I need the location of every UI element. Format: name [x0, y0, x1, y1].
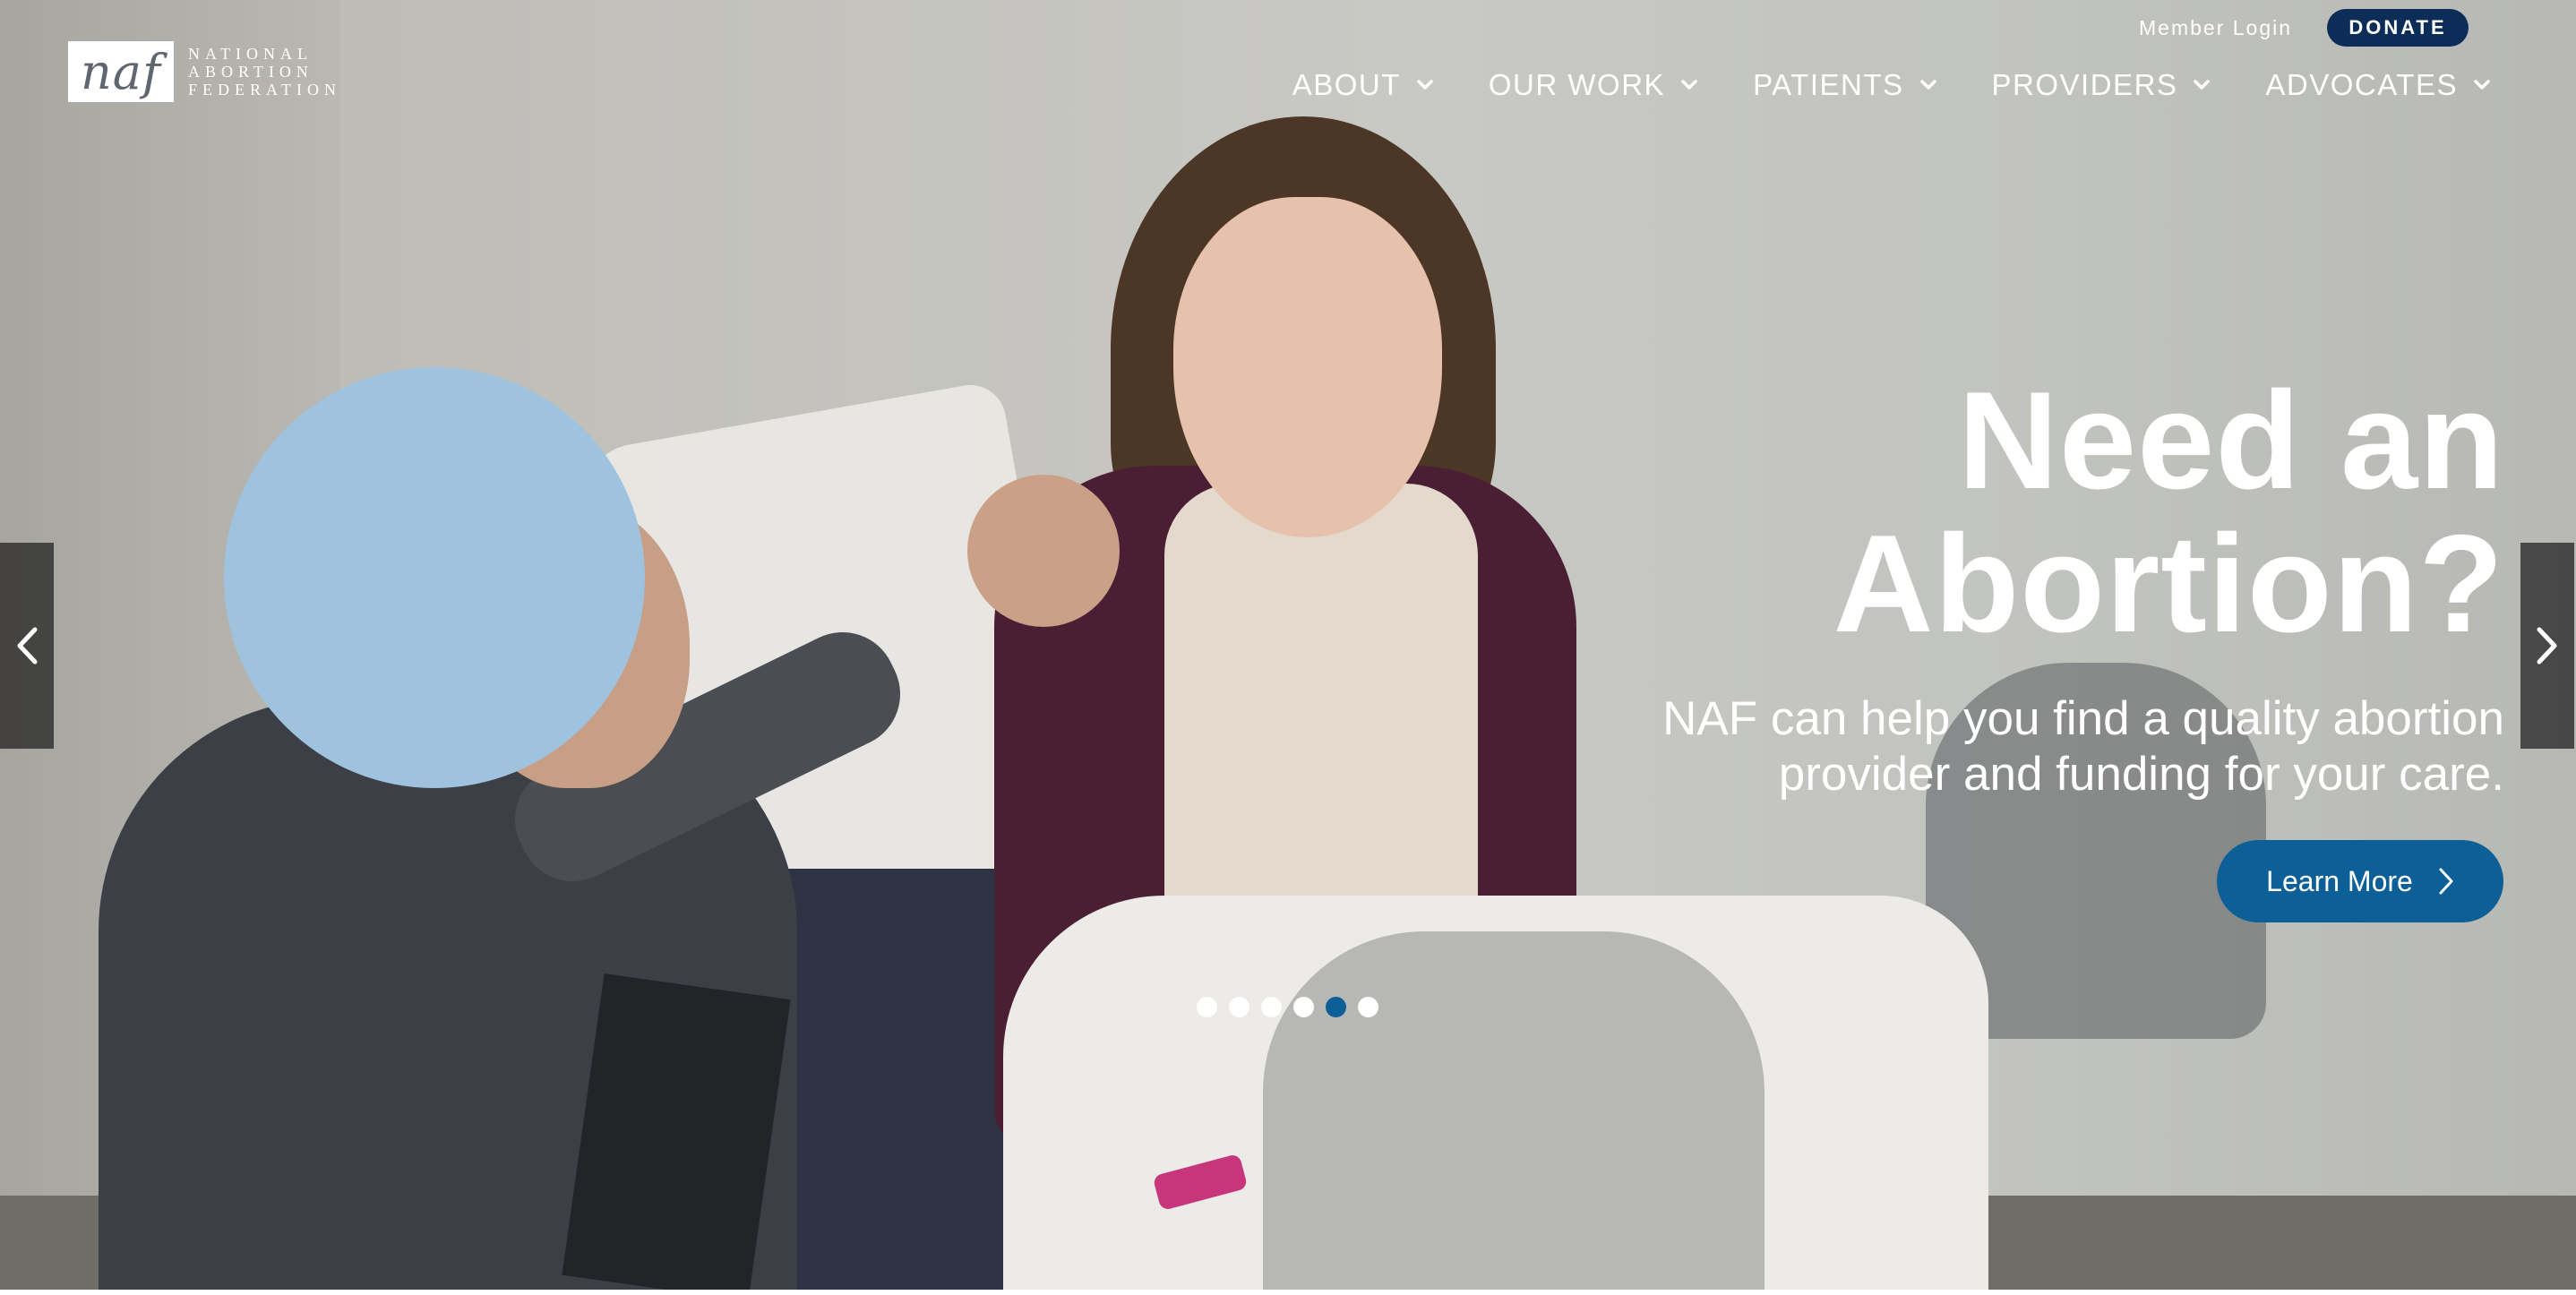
nav-item-label: ADVOCATES	[2265, 68, 2458, 101]
logo-wordmark: NATIONAL ABORTION FEDERATION	[188, 45, 341, 99]
carousel-dot[interactable]	[1293, 997, 1314, 1017]
carousel-dot[interactable]	[1326, 997, 1346, 1017]
nav-item-label: OUR WORK	[1488, 68, 1666, 101]
chevron-right-icon	[2537, 627, 2557, 665]
chevron-down-icon	[2194, 80, 2211, 90]
nav-item-our-work[interactable]: OUR WORK	[1489, 68, 1697, 102]
nav-item-label: ABOUT	[1292, 68, 1401, 101]
hero-photo-doctor-hand	[967, 475, 1120, 627]
learn-more-label: Learn More	[2266, 864, 2413, 897]
member-login-link[interactable]: Member Login	[2139, 14, 2292, 41]
carousel-dots	[1197, 997, 1378, 1017]
main-nav: ABOUT OUR WORK PATIENTS PROVIDERS ADVOCA…	[1292, 68, 2490, 102]
chevron-down-icon	[2474, 80, 2490, 90]
hero-photo-patient-face	[1173, 197, 1442, 537]
learn-more-button[interactable]: Learn More	[2217, 840, 2503, 922]
chevron-down-icon	[1681, 80, 1697, 90]
chevron-down-icon	[1417, 80, 1433, 90]
hero-slider: naf NATIONAL ABORTION FEDERATION Member …	[0, 0, 2576, 1290]
nav-item-label: PROVIDERS	[1991, 68, 2178, 101]
hero-subtext-line: NAF can help you find a quality abortion	[1662, 692, 2504, 745]
carousel-dot[interactable]	[1197, 997, 1217, 1017]
donate-button[interactable]: DONATE	[2327, 9, 2469, 47]
carousel-next-button[interactable]	[2520, 543, 2574, 749]
carousel-dot[interactable]	[1261, 997, 1282, 1017]
logo-line: FEDERATION	[188, 81, 341, 99]
chevron-left-icon	[17, 627, 38, 665]
nav-item-label: PATIENTS	[1753, 68, 1904, 101]
hero-subtext: NAF can help you find a quality abortion…	[1430, 691, 2504, 802]
nav-item-advocates[interactable]: ADVOCATES	[2265, 68, 2490, 102]
logo-line: ABORTION	[188, 63, 313, 81]
hero-photo-doctor-cap	[224, 367, 645, 788]
hero-headline-line: Abortion?	[1833, 506, 2504, 661]
chevron-down-icon	[1919, 80, 1936, 90]
nav-item-providers[interactable]: PROVIDERS	[1992, 68, 2211, 102]
carousel-dot[interactable]	[1358, 997, 1378, 1017]
chevron-right-icon	[2439, 868, 2453, 895]
logo-line: NATIONAL	[188, 45, 313, 63]
nav-item-about[interactable]: ABOUT	[1292, 68, 1433, 102]
carousel-dot[interactable]	[1229, 997, 1249, 1017]
carousel-prev-button[interactable]	[0, 543, 54, 749]
site-logo[interactable]: naf NATIONAL ABORTION FEDERATION	[68, 41, 341, 102]
logo-mark: naf	[68, 41, 174, 102]
hero-headline-line: Need an	[1958, 363, 2504, 518]
hero-photo-drape	[1263, 931, 1765, 1290]
nav-item-patients[interactable]: PATIENTS	[1753, 68, 1936, 102]
hero-subtext-line: provider and funding for your care.	[1778, 748, 2504, 801]
hero-headline: Need an Abortion?	[1519, 369, 2504, 656]
